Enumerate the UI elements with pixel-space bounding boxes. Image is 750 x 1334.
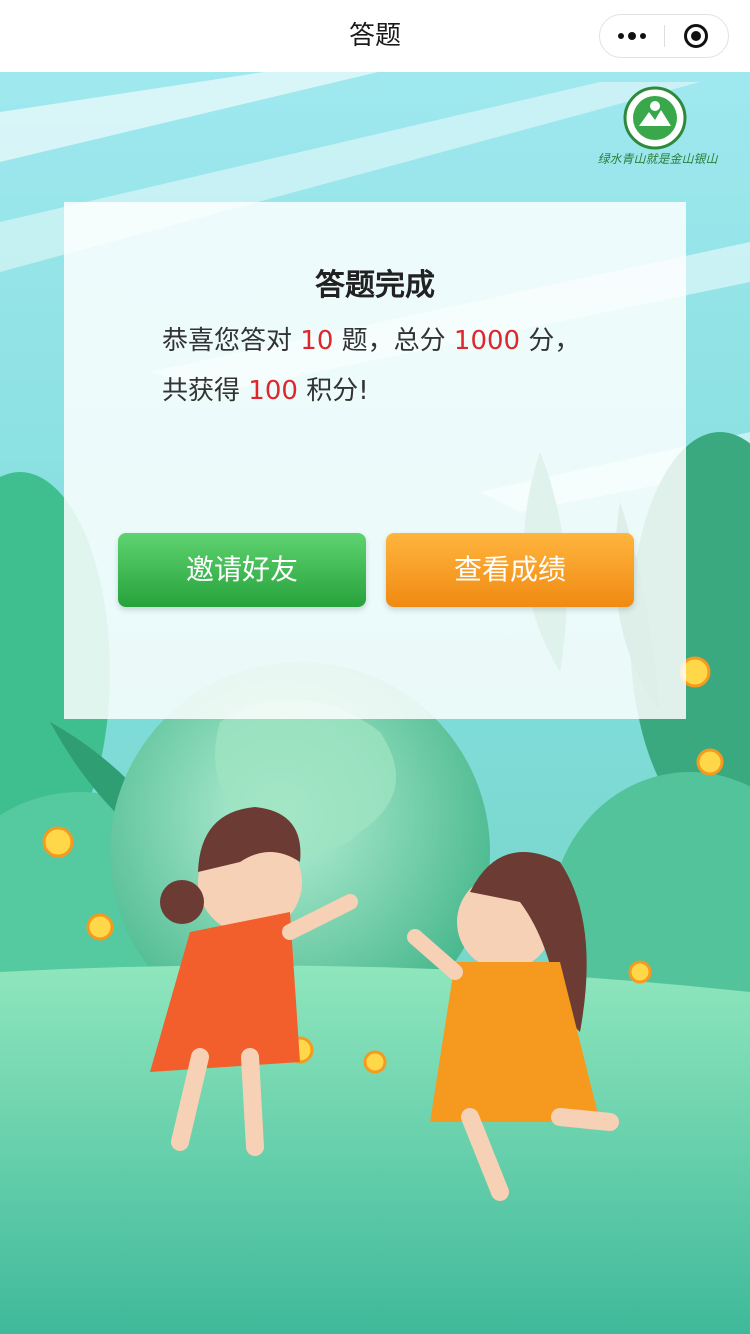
total-score: 1000	[453, 326, 521, 356]
result-line-points: 共获得 100 积分!	[162, 370, 369, 407]
view-score-button[interactable]: 查看成绩	[386, 533, 634, 607]
result-line-score: 恭喜您答对 10 题，总分 1000 分，	[162, 320, 580, 357]
top-nav-bar: 答题	[0, 0, 750, 72]
result-title: 答题完成	[315, 268, 435, 303]
result-line2-suffix: 积分!	[306, 376, 369, 406]
result-card: 答题完成 恭喜您答对 10 题，总分 1000 分， 共获得 100 积分! 邀…	[64, 202, 686, 719]
result-line2-prefix: 共获得	[162, 376, 241, 406]
invite-friends-button[interactable]: 邀请好友	[118, 533, 366, 607]
target-close-icon[interactable]	[684, 24, 708, 48]
correct-count: 10	[300, 326, 334, 356]
logo-slogan: 绿水青山就是金山银山	[597, 152, 718, 166]
result-line1-mid: 题，总分	[341, 326, 446, 356]
result-line1-suffix: 分，	[528, 326, 581, 356]
more-dots-icon[interactable]	[600, 15, 664, 57]
result-line1-prefix: 恭喜您答对	[162, 326, 293, 356]
mini-program-capsule	[599, 14, 729, 58]
capsule-divider	[664, 25, 665, 47]
points-earned: 100	[248, 376, 298, 406]
environment-logo: 绿水青山就是金山银山	[585, 86, 730, 172]
environment-emblem-icon	[623, 86, 687, 150]
